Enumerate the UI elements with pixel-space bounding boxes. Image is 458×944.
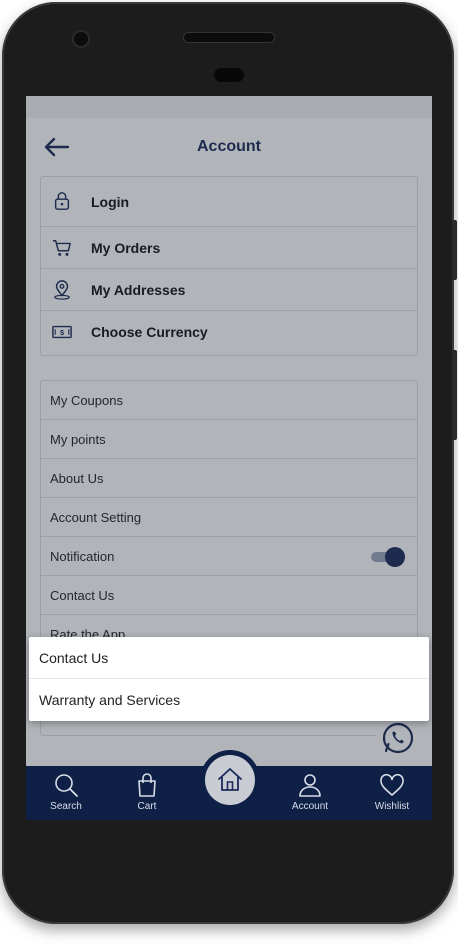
front-camera xyxy=(74,32,88,46)
nav-label: Cart xyxy=(137,801,157,812)
popup-item-label: Contact Us xyxy=(39,650,109,666)
volume-button xyxy=(452,220,457,280)
shopping-bag-icon xyxy=(138,773,156,797)
home-button-ring xyxy=(200,750,260,810)
home-icon xyxy=(218,768,242,791)
nav-label: Account xyxy=(291,801,329,812)
popup-item-contact-us[interactable]: Contact Us xyxy=(29,637,429,679)
nav-wishlist[interactable]: Wishlist xyxy=(362,766,422,820)
app-screen: Account Login My Orders My Addresses $ C… xyxy=(26,96,432,820)
heart-icon xyxy=(380,773,404,796)
contact-popup-menu: Contact Us Warranty and Services xyxy=(29,637,429,721)
home-button[interactable] xyxy=(205,755,255,805)
user-icon xyxy=(299,774,321,797)
earpiece-speaker xyxy=(184,33,274,42)
power-button xyxy=(452,350,457,440)
popup-item-label: Warranty and Services xyxy=(39,692,181,708)
nav-label: Search xyxy=(50,801,82,812)
phone-frame: Account Login My Orders My Addresses $ C… xyxy=(2,2,454,924)
nav-account[interactable]: Account xyxy=(280,766,340,820)
search-icon xyxy=(55,774,78,797)
popup-item-warranty-and-services[interactable]: Warranty and Services xyxy=(29,679,429,721)
proximity-sensor xyxy=(214,68,244,82)
nav-label: Wishlist xyxy=(374,801,410,812)
nav-cart[interactable]: Cart xyxy=(117,766,177,820)
nav-search[interactable]: Search xyxy=(36,766,96,820)
